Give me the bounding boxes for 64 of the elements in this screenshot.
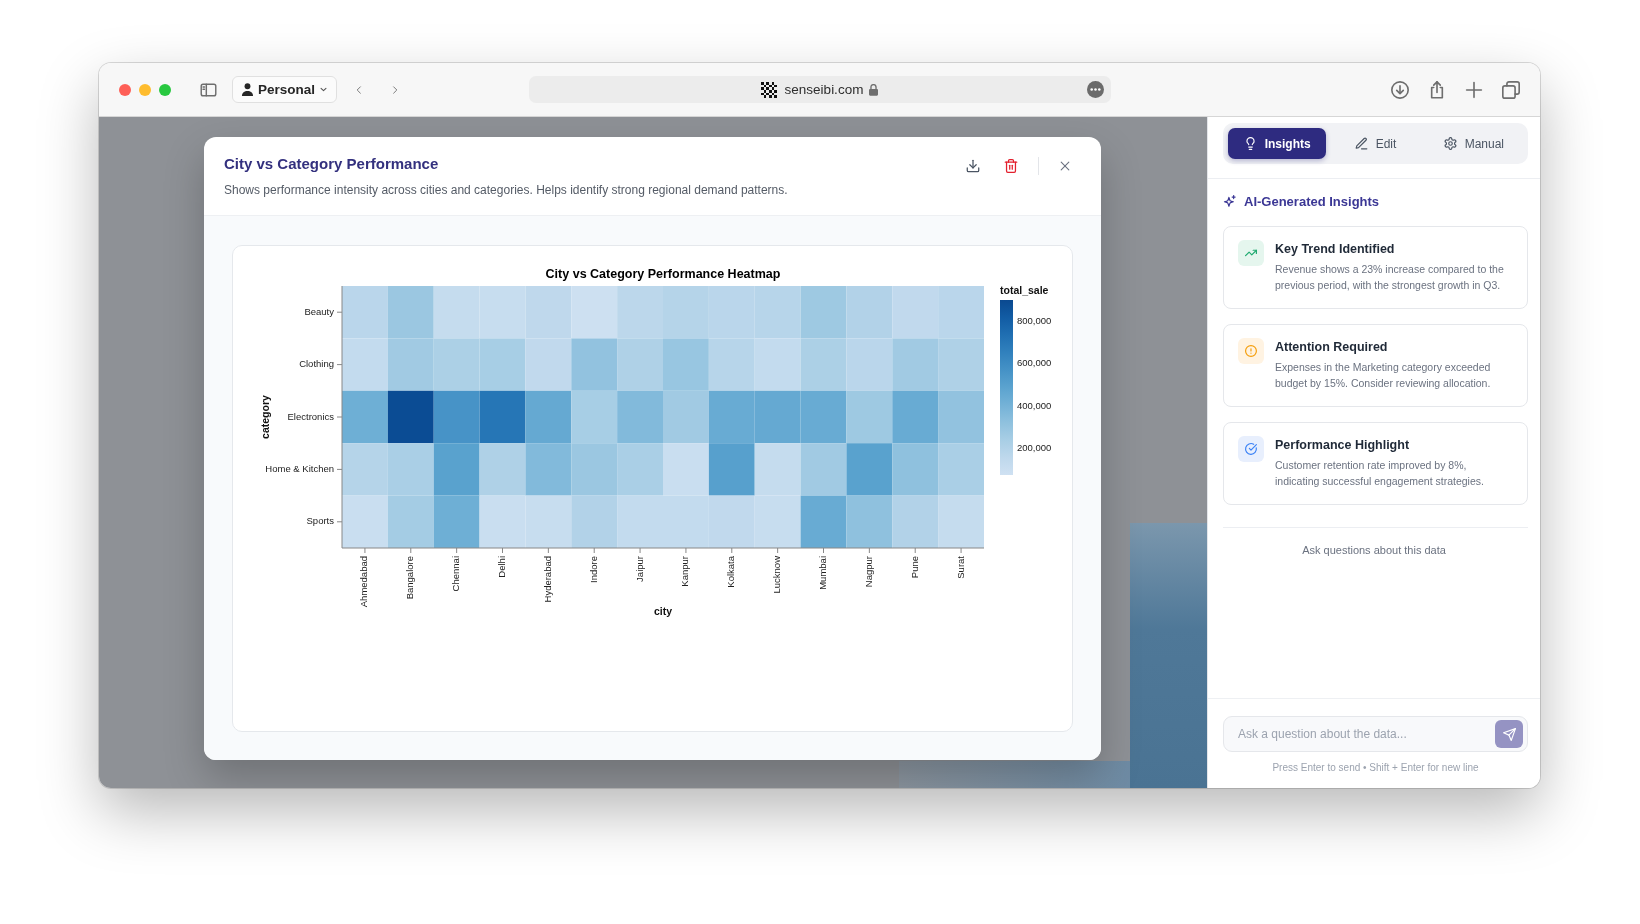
legend-label: 800,000 (1017, 314, 1052, 326)
chart-title: City vs Category Performance Heatmap (545, 267, 781, 281)
insight-text: Expenses in the Marketing category exceeded budget by 15%. Consider reviewing allocation. (1275, 360, 1492, 391)
city-label: Lucknow (771, 556, 783, 594)
city-label: Mumbai (817, 556, 828, 590)
sparkle-icon (1223, 195, 1236, 208)
share-icon[interactable] (1428, 80, 1446, 99)
city-label: Bangalore (404, 556, 416, 600)
city-label: Surat (954, 556, 966, 579)
address-bar[interactable]: senseibi.com (528, 76, 1111, 103)
input-hint: Press Enter to send • Shift + Enter for new line (1271, 762, 1480, 774)
insight-text: Revenue shows a 23% increase compared to the previous period, with the strongest growth in Q3. (1275, 262, 1505, 293)
gear-icon (1443, 137, 1457, 150)
city-label: Hyderabad (541, 556, 553, 603)
legend-title: total_sale (1000, 284, 1049, 296)
axis-title: category (259, 395, 271, 439)
insight-title: Key Trend Identified (1275, 241, 1396, 258)
person-icon (241, 83, 254, 96)
pen-icon (1354, 137, 1368, 150)
legend-label: 200,000 (1017, 442, 1052, 454)
chat-input[interactable]: Ask a question about the data... (1223, 716, 1528, 752)
section-title: AI-Generated Insights (1244, 193, 1380, 210)
empty-state-text: Ask questions about this data (1301, 543, 1447, 557)
city-label: Chennai (450, 556, 462, 592)
city-label: Indore (587, 556, 599, 583)
panel-tab[interactable]: Manual (1424, 128, 1523, 159)
plus-icon[interactable] (1465, 80, 1483, 99)
chevron-down-icon (319, 85, 329, 94)
legend-label: 400,000 (1017, 399, 1052, 411)
panel-tab[interactable]: Edit (1326, 128, 1425, 159)
city-label: Delhi (496, 556, 507, 578)
city-label: Pune (908, 556, 920, 579)
profile-button[interactable]: Personal (232, 76, 338, 103)
sidebar-icon[interactable] (199, 81, 218, 98)
download-icon[interactable] (1391, 80, 1409, 99)
axis-title: city (653, 605, 673, 617)
city-label: Nagpur (862, 556, 874, 588)
modal-description: Shows performance intensity across cities and categories. Helps identify strong regional demand patterns. (224, 182, 788, 198)
category-label: Electronics (287, 410, 334, 422)
category-label: Home & Kitchen (265, 462, 334, 474)
category-label: Sports (306, 515, 334, 527)
close-window-icon[interactable] (119, 83, 131, 96)
tabs-icon[interactable] (1502, 80, 1520, 99)
checkered-icon (760, 81, 777, 98)
lightbulb-icon (1243, 137, 1257, 150)
city-label: Ahmedabad (358, 556, 370, 608)
insight-title: Performance Highlight (1275, 437, 1411, 454)
insight-text: Customer retention rate improved by 8%, indicating successful engagement strategies. (1275, 458, 1485, 489)
lock-icon (869, 83, 879, 96)
trend-up-icon (1238, 240, 1264, 266)
modal-title: City vs Category Performance (224, 154, 440, 174)
more-icon[interactable] (1086, 81, 1104, 98)
city-label: Kanpur (679, 556, 691, 587)
download-icon[interactable] (966, 159, 980, 173)
city-label: Jaipur (633, 556, 645, 582)
insight-title: Attention Required (1275, 339, 1389, 356)
category-label: Beauty (304, 305, 334, 317)
trash-icon[interactable] (1004, 159, 1018, 173)
close-icon[interactable] (1059, 160, 1071, 172)
city-label: Kolkata (725, 556, 737, 588)
category-label: Clothing (299, 358, 334, 370)
send-icon (1502, 727, 1516, 741)
panel-tab[interactable]: Insights (1228, 128, 1327, 159)
legend-label: 600,000 (1017, 357, 1052, 369)
